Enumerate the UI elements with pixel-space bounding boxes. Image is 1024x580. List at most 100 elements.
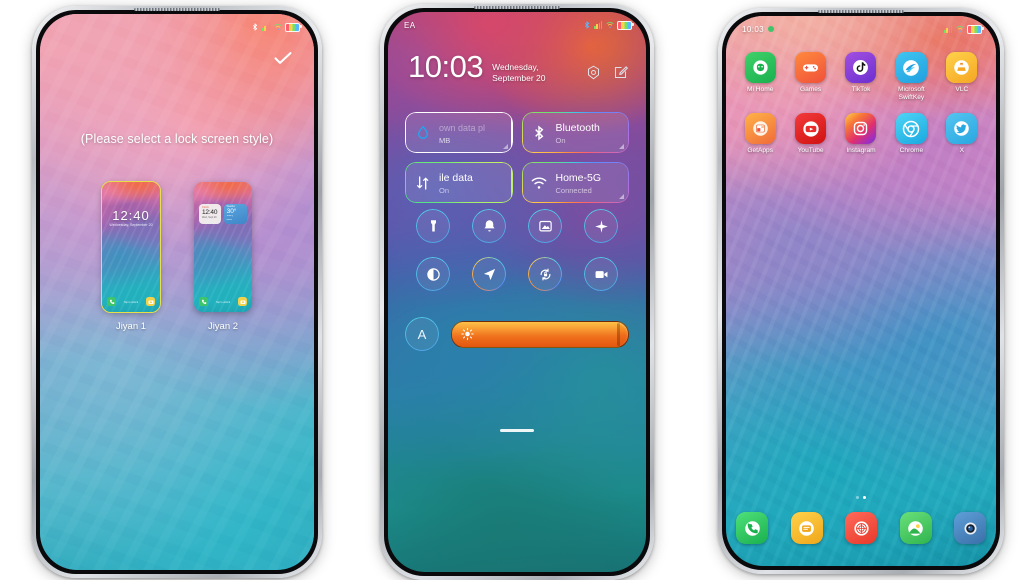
expand-corner-icon[interactable] [619, 144, 624, 149]
lockscreen-style-option[interactable]: Clock 12:40 Wed, Sept 20 Weather 30° Sun… [194, 182, 252, 332]
thumbnail-wallpaper [102, 182, 160, 312]
vlc-icon [946, 52, 978, 83]
app-instagram[interactable]: Instagram [839, 113, 883, 155]
picker-hint-text: (Please select a lock screen style) [80, 132, 274, 146]
expand-corner-icon[interactable] [619, 194, 624, 199]
app-twitter[interactable]: X [940, 113, 984, 155]
lockscreen-style-option[interactable]: 12:40 Wednesday, September 20 Tap to unl… [101, 181, 161, 332]
app-label: Chrome [899, 147, 924, 155]
toggle-airplane-mode[interactable] [584, 209, 618, 243]
app-label: GetApps [747, 147, 774, 155]
gallery-icon[interactable] [899, 512, 932, 544]
earpiece-speaker [474, 6, 560, 9]
app-getapps[interactable]: GetApps [738, 113, 782, 155]
thumbnail-footer-hint: Tap to unlock [123, 301, 139, 304]
auto-brightness-button[interactable]: A [405, 317, 439, 351]
phone-icon[interactable] [736, 512, 768, 544]
tile-title: ile data [439, 172, 473, 185]
expand-corner-icon[interactable] [502, 144, 508, 149]
phone-device-home-screen: 10:03 Mi Home Games TikTok Microsoft Swi… [718, 8, 1004, 574]
app-chrome[interactable]: Chrome [889, 113, 933, 155]
page-indicator [726, 496, 996, 499]
tile-subtitle: Connected [555, 186, 592, 196]
data-usage-icon [414, 124, 431, 141]
brightness-slider-knob[interactable] [617, 322, 621, 346]
app-label: TikTok [851, 86, 871, 93]
thumbnail-footer-hint: Tap to unlock [215, 301, 231, 304]
quick-toggle-grid [405, 209, 629, 291]
edit-icon[interactable] [613, 65, 628, 80]
bluetooth-icon [531, 124, 548, 141]
app-label: VLC [955, 86, 969, 93]
screen-record-icon [595, 270, 607, 278]
youtube-icon [795, 113, 827, 145]
phone-bezel: 10:03 Mi Home Games TikTok Microsoft Swi… [722, 12, 1000, 570]
date-line-1: Wednesday, [492, 62, 539, 72]
toggle-location[interactable] [472, 257, 506, 291]
tile-text: own data pl MB [439, 118, 485, 147]
brightness-sun-icon [461, 327, 474, 341]
instagram-icon [845, 113, 877, 145]
app-mi-home[interactable]: Mi Home [738, 52, 782, 102]
toggle-rotation-lock[interactable] [528, 257, 562, 291]
tile-data-usage[interactable]: own data pl MB [405, 112, 513, 153]
screenshot-icon [538, 220, 552, 231]
camera-icon[interactable] [954, 512, 986, 544]
app-label: Games [799, 86, 822, 93]
tile-title: Home-5G [555, 172, 602, 185]
brightness-row: A [405, 317, 629, 351]
lockscreen-thumbnail-jiyan2[interactable]: Clock 12:40 Wed, Sept 20 Weather 30° Sun… [194, 182, 252, 312]
app-swiftkey[interactable]: Microsoft SwiftKey [889, 52, 933, 102]
thumbnail-wallpaper [194, 182, 252, 312]
tile-text: ile data On [439, 168, 473, 197]
app-vlc[interactable]: VLC [940, 52, 984, 102]
tile-title: own data pl [439, 123, 486, 134]
toggle-flashlight[interactable] [416, 209, 450, 243]
notification-bell-icon [484, 219, 494, 231]
app-label: Mi Home [746, 86, 774, 93]
toggle-notifications[interactable] [472, 209, 506, 243]
tile-text: Bluetooth On [556, 118, 600, 147]
quick-settings-tiles: own data pl MB Bluetooth On ile data On … [405, 112, 629, 203]
tile-subtitle: MB [439, 136, 451, 146]
weather-widget-line2: Delhi [226, 218, 232, 221]
brightness-slider[interactable] [451, 320, 629, 348]
page-dot[interactable] [856, 496, 859, 499]
brightness-slider-fill [452, 321, 618, 347]
page-dot-active[interactable] [863, 496, 866, 499]
wifi-icon [531, 174, 548, 191]
security-icon[interactable] [845, 512, 877, 544]
header-actions [586, 52, 628, 80]
chrome-icon [895, 113, 927, 145]
mi-home-icon [744, 52, 776, 83]
tiktok-icon [845, 52, 877, 83]
app-grid: Mi Home Games TikTok Microsoft SwiftKey … [735, 52, 987, 156]
app-tiktok[interactable]: TikTok [839, 52, 883, 102]
app-label: Microsoft SwiftKey [898, 86, 925, 102]
status-icons [251, 22, 302, 32]
settings-gear-icon[interactable] [586, 65, 601, 80]
app-games[interactable]: Games [789, 52, 833, 102]
weather-widget-temp: 30° [226, 208, 237, 215]
style-label-jiyan2: Jiyan 2 [207, 321, 239, 332]
home-indicator[interactable] [500, 429, 534, 432]
tile-mobile-data[interactable]: ile data On [405, 162, 513, 203]
auto-brightness-label: A [417, 326, 427, 342]
confirm-check-icon[interactable] [274, 52, 292, 64]
tile-wifi[interactable]: Home-5G Connected [521, 162, 629, 203]
airplane-mode-icon [594, 219, 608, 233]
location-icon [483, 268, 495, 280]
status-bar [40, 14, 314, 36]
messages-icon[interactable] [790, 512, 823, 544]
style-label-jiyan1: Jiyan 1 [115, 321, 147, 332]
toggle-screen-record[interactable] [584, 257, 618, 291]
tile-bluetooth[interactable]: Bluetooth On [521, 112, 629, 153]
flashlight-icon [430, 219, 436, 231]
lockscreen-thumbnail-jiyan1[interactable]: 12:40 Wednesday, September 20 Tap to unl… [101, 181, 161, 313]
app-youtube[interactable]: YouTube [789, 113, 833, 155]
weather-widget: Weather 30° Sunny Delhi [223, 204, 247, 224]
toggle-dark-mode[interactable] [416, 257, 450, 291]
date-line-2: September 20 [492, 73, 546, 84]
toggle-screenshot[interactable] [528, 209, 562, 243]
games-icon [795, 52, 827, 83]
